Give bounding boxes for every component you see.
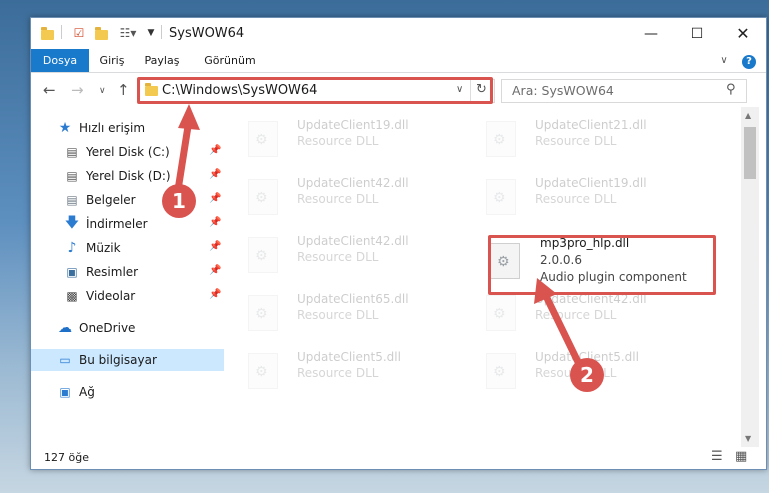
arrow-1-shaft [174, 116, 193, 194]
step-badge-1: 1 [162, 184, 196, 218]
arrow-1-head [178, 104, 200, 130]
arrow-2-shaft [541, 290, 582, 366]
annotation-arrows [174, 104, 582, 366]
step-badge-2: 2 [570, 358, 604, 392]
